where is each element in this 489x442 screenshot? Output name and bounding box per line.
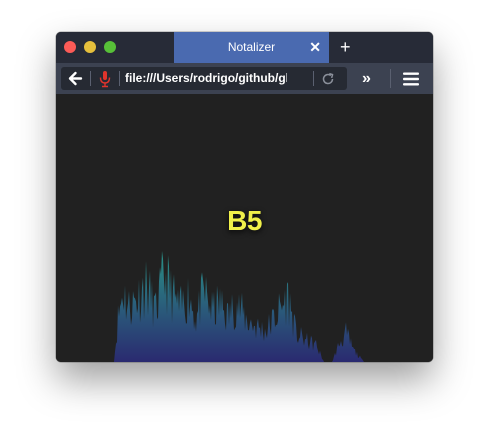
arrow-left-icon [68,71,83,86]
tab-close-button[interactable]: ✕ [309,32,321,63]
window-close-button[interactable] [64,41,76,53]
toolbar-separator [390,69,391,88]
microphone-icon [99,71,111,88]
new-tab-button[interactable]: + [340,32,351,63]
tab-title: Notalizer [227,40,276,54]
microphone-button[interactable] [93,70,117,88]
back-button[interactable] [61,67,89,90]
detected-note: B5 [227,205,262,236]
url-separator [313,71,314,86]
page-content: B5 [56,94,433,362]
spectrum-waveform [114,251,364,362]
reload-button[interactable] [319,70,337,88]
url-bar: file:///Users/rodrigo/github/gl [61,67,347,90]
url-separator [90,71,91,86]
title-bar: Notalizer ✕ + [56,32,433,63]
reload-icon [322,72,334,85]
tab-notalizer[interactable]: Notalizer ✕ [174,32,329,63]
window-maximize-button[interactable] [104,41,116,53]
hamburger-menu-button[interactable] [403,72,419,86]
url-separator [119,71,120,86]
window-minimize-button[interactable] [84,41,96,53]
url-input[interactable]: file:///Users/rodrigo/github/gl [125,67,287,90]
overflow-menu-button[interactable]: » [362,63,371,94]
browser-window: Notalizer ✕ + file:///Users/rodrigo/gith… [56,32,433,362]
hamburger-menu-icon [403,72,419,86]
navigation-toolbar: file:///Users/rodrigo/github/gl » [56,63,433,94]
